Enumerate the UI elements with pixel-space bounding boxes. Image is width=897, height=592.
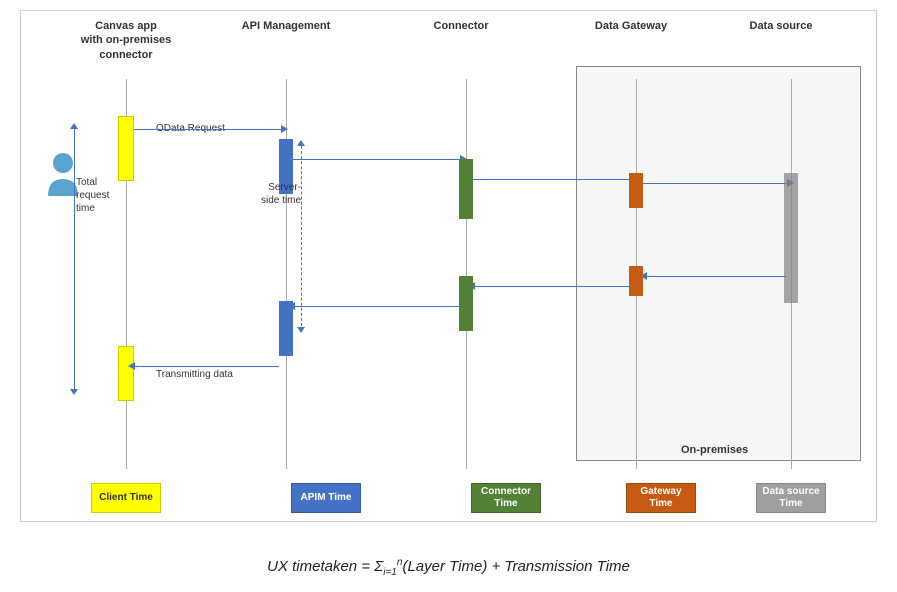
vline-apim <box>286 79 287 469</box>
legend-datasource: Data sourceTime <box>756 483 826 513</box>
arrow-gateway-connector-resp <box>474 286 631 287</box>
col-connector: Connector <box>421 19 501 33</box>
col-data-source: Data source <box>741 19 821 33</box>
legend-box-datasource: Data sourceTime <box>756 483 826 513</box>
bracket-arrow-up <box>70 123 78 129</box>
legend-client: Client Time <box>91 483 161 513</box>
transmitting-label: Transmitting data <box>156 369 233 380</box>
col-apim: API Management <box>236 19 336 33</box>
col-canvas: Canvas appwith on-premisesconnector <box>76 19 176 62</box>
onprem-label: On-premises <box>681 444 748 456</box>
rect-gateway-req <box>629 173 643 208</box>
arrow-connector-apim-resp <box>294 306 459 307</box>
bracket-arrow-down <box>70 389 78 395</box>
legend-gateway: GatewayTime <box>626 483 696 513</box>
formula: UX timetaken = Σi=1n(Layer Time) + Trans… <box>0 557 897 578</box>
arrow-apim-connector-req <box>293 159 461 160</box>
arrow-apim-canvas-resp <box>134 366 279 367</box>
rect-connector-resp <box>459 276 473 331</box>
vline-connector <box>466 79 467 469</box>
col-data-gateway: Data Gateway <box>586 19 676 33</box>
server-side-arrow-up <box>297 140 305 146</box>
onprem-box <box>576 66 861 461</box>
bracket-line <box>74 129 75 389</box>
arrow-gateway-datasource-req <box>643 183 788 184</box>
server-side-v-line <box>301 146 302 331</box>
server-side-arrow-down <box>297 327 305 333</box>
arrow-datasource-gateway-resp <box>646 276 786 277</box>
legend-box-client: Client Time <box>91 483 161 513</box>
legend-box-apim: APIM Time <box>291 483 361 513</box>
legend-box-gateway: GatewayTime <box>626 483 696 513</box>
legend-area: Client Time APIM Time ConnectorTime Gate… <box>91 483 826 513</box>
rect-client-response <box>118 346 134 401</box>
server-side-label: Server-side time <box>241 181 301 207</box>
rect-connector-req <box>459 159 473 219</box>
legend-connector: ConnectorTime <box>471 483 541 513</box>
legend-box-connector: ConnectorTime <box>471 483 541 513</box>
rect-gateway-resp <box>629 266 643 296</box>
arrow-connector-gateway-req <box>473 179 633 180</box>
rect-apim-down <box>279 301 293 356</box>
diagram-container: Canvas appwith on-premisesconnector API … <box>20 10 877 522</box>
legend-apim: APIM Time <box>291 483 361 513</box>
rect-client-request <box>118 116 134 181</box>
total-request-label: Totalrequesttime <box>76 176 131 215</box>
arrow-canvas-apim <box>134 129 282 130</box>
rect-datasource <box>784 173 798 303</box>
